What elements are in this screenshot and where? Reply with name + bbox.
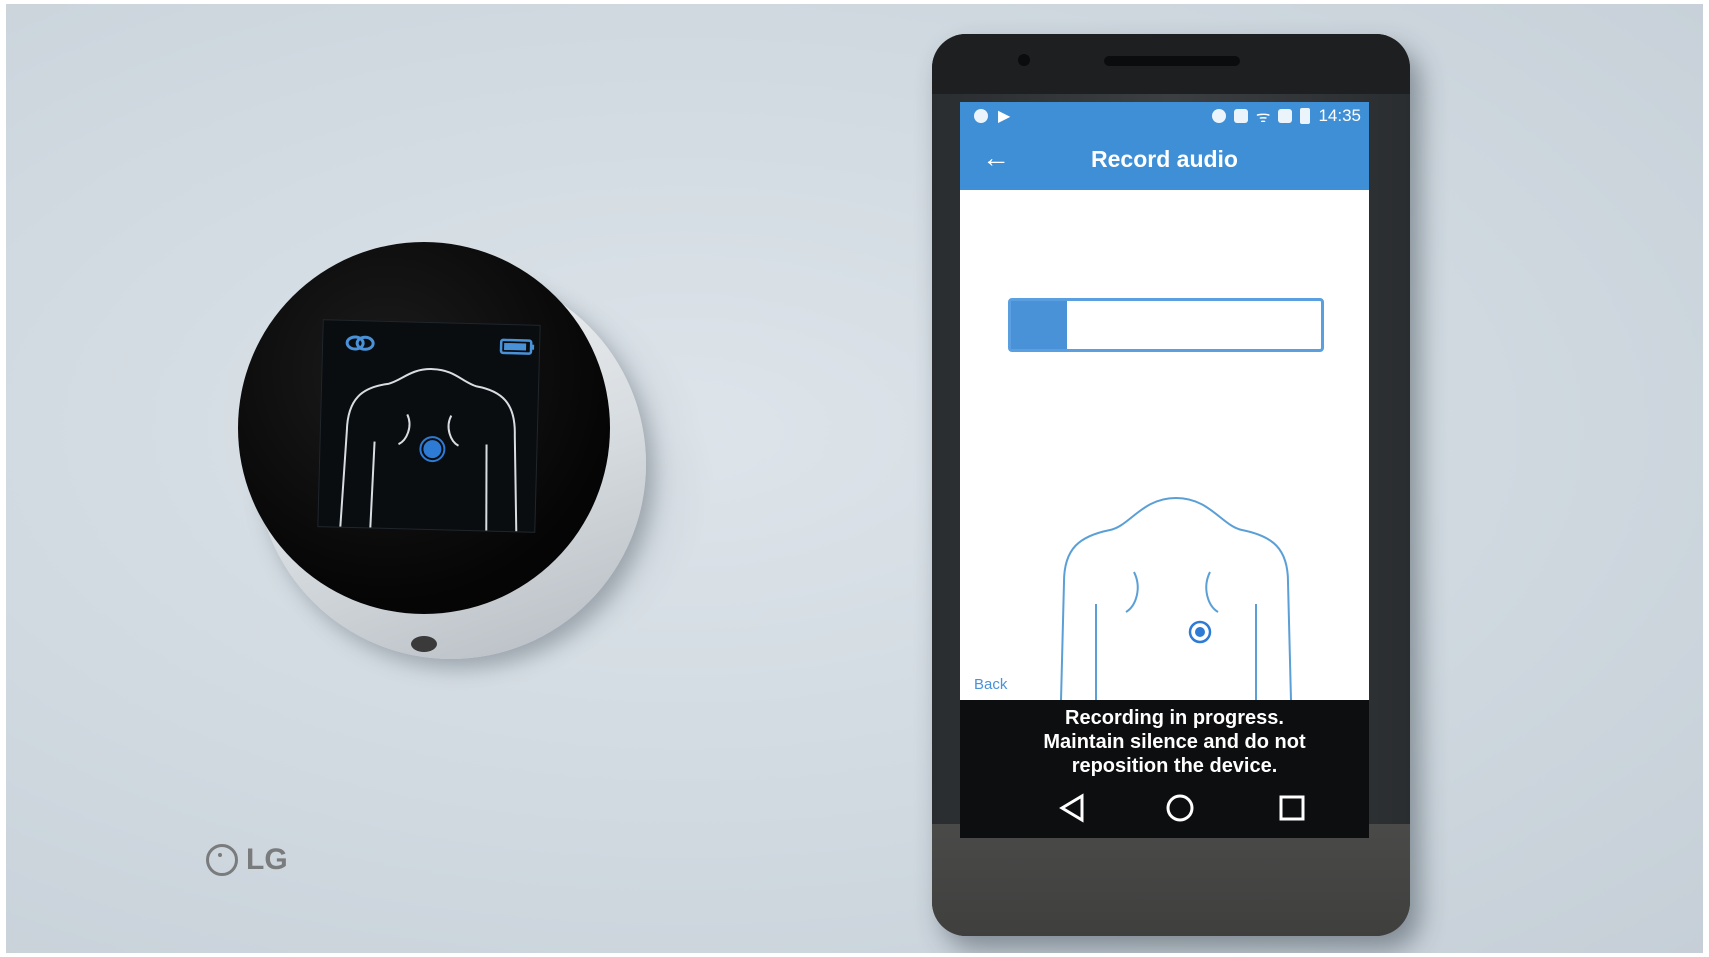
android-nav-bar xyxy=(960,788,1369,828)
app-bar: ← Record audio xyxy=(960,128,1369,190)
status-message-panel: Recording in progress. Maintain silence … xyxy=(960,700,1369,838)
page-title: Record audio xyxy=(1091,146,1238,172)
link-icon xyxy=(345,335,375,351)
location-marker-icon xyxy=(419,436,446,463)
device-port xyxy=(411,636,437,652)
battery-icon xyxy=(1300,108,1311,124)
recording-message: Recording in progress. Maintain silence … xyxy=(980,706,1369,778)
recording-progress-bar xyxy=(1008,298,1324,352)
message-line-1: Recording in progress. xyxy=(1065,707,1284,729)
play-icon: ▶ xyxy=(998,108,1011,125)
progress-fill xyxy=(1011,301,1067,349)
triangle-back-icon[interactable] xyxy=(1052,788,1092,828)
notification-icon xyxy=(974,109,988,123)
torso-diagram xyxy=(1059,496,1293,740)
square-recents-icon[interactable] xyxy=(1272,788,1312,828)
phone-top-bezel xyxy=(932,34,1410,94)
location-marker-icon xyxy=(1188,620,1212,644)
message-line-2: Maintain silence and do not xyxy=(1043,731,1306,753)
phone-screen: ▶ ᯤ 14:35 ← Record audio Back Recording … xyxy=(960,102,1369,838)
front-camera xyxy=(1018,54,1030,66)
circle-home-icon[interactable] xyxy=(1160,788,1200,828)
battery-icon xyxy=(499,338,535,355)
sync-icon xyxy=(1211,109,1226,123)
status-right: ᯤ 14:35 xyxy=(1211,105,1361,127)
status-left: ▶ xyxy=(974,106,1010,126)
brand-name: LG xyxy=(246,843,288,876)
phone-chin xyxy=(932,824,1410,936)
back-link[interactable]: Back xyxy=(974,676,1007,693)
status-bar: ▶ ᯤ 14:35 xyxy=(960,102,1369,128)
nfc-icon xyxy=(1278,109,1293,123)
stethoscope-screen xyxy=(317,319,541,533)
message-line-3: reposition the device. xyxy=(1071,755,1278,777)
vibrate-icon xyxy=(1233,109,1248,123)
photo-background: LG ▶ ᯤ 14:35 ← Record audio Back Recordi… xyxy=(6,4,1703,953)
lg-logo-icon xyxy=(206,844,238,876)
brand-logo: LG xyxy=(206,840,316,880)
earpiece-speaker xyxy=(1104,56,1240,66)
status-time: 14:35 xyxy=(1318,106,1361,125)
wifi-icon: ᯤ xyxy=(1255,109,1271,126)
